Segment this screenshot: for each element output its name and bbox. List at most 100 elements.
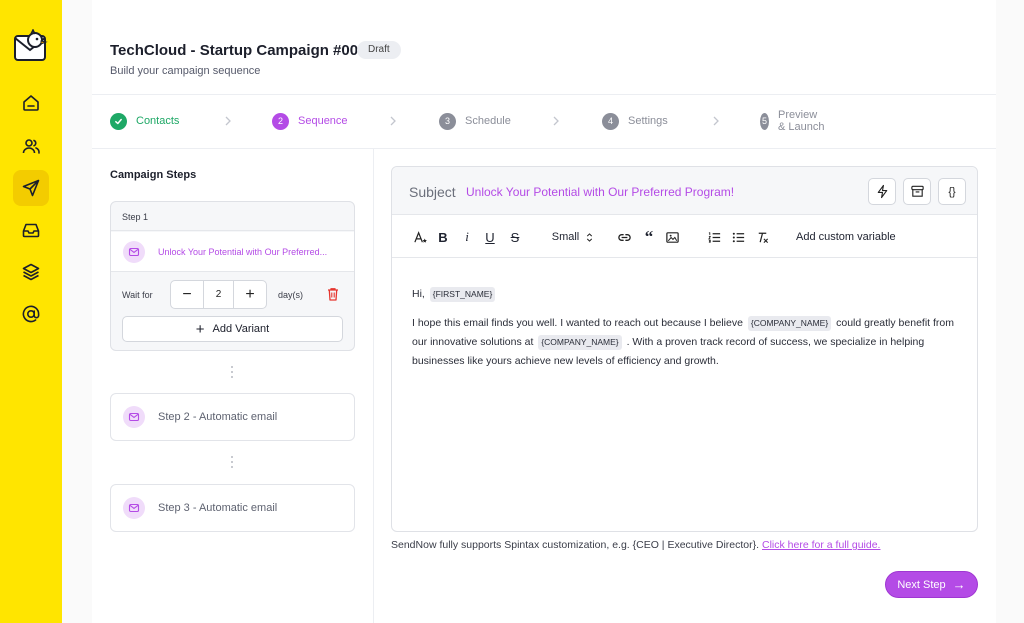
sidebar [0, 0, 62, 623]
wizard-step-settings[interactable]: 4 Settings [602, 111, 668, 131]
arrow-right-icon: → [952, 577, 966, 592]
chevron-updown-icon [587, 232, 593, 242]
campaign-step-3[interactable]: Step 3 - Automatic email [110, 484, 355, 532]
link-icon[interactable] [616, 228, 632, 246]
nav-email-accounts[interactable] [13, 296, 49, 332]
archive-button[interactable] [903, 178, 931, 205]
wizard-step-label: Settings [628, 115, 668, 127]
wait-days-stepper: − 2 + [170, 280, 267, 309]
mail-icon [123, 497, 145, 519]
page-title: TechCloud - Startup Campaign #001 [110, 42, 367, 59]
campaign-builder: TechCloud - Startup Campaign #001 Draft … [92, 0, 996, 623]
mail-icon [123, 406, 145, 428]
variable-tag[interactable]: {FIRST_NAME} [429, 287, 496, 302]
bold-icon[interactable]: B [437, 228, 449, 246]
wait-days-value[interactable]: 2 [203, 281, 234, 308]
italic-icon[interactable]: i [462, 228, 472, 246]
inbox-icon [22, 223, 40, 238]
wizard-step-sequence[interactable]: 2 Sequence [272, 111, 348, 131]
font-size-value: Small [551, 231, 580, 243]
wait-unit: day(s) [278, 290, 304, 300]
connector-dots [230, 456, 234, 470]
image-icon[interactable] [664, 228, 680, 246]
subject-bar: Subject Unlock Your Potential with Our P… [392, 167, 977, 215]
variable-tag[interactable]: {COMPANY_NAME} [538, 335, 622, 350]
status-badge: Draft [357, 41, 401, 59]
send-icon [22, 179, 40, 197]
email-body[interactable]: Hi, {FIRST_NAME} I hope this email finds… [412, 285, 962, 381]
spintax-hint: SendNow fully supports Spintax customiza… [391, 539, 880, 551]
wizard-step-label: Schedule [465, 115, 511, 127]
page-subtitle: Build your campaign sequence [110, 65, 261, 77]
increment-button[interactable]: + [234, 281, 266, 308]
full-guide-link[interactable]: Click here for a full guide. [762, 539, 880, 551]
wizard-step-contacts[interactable]: Contacts [110, 111, 179, 131]
next-step-button[interactable]: Next Step → [885, 571, 978, 598]
campaign-steps-title: Campaign Steps [110, 169, 197, 181]
subject-label: Subject [409, 184, 456, 200]
text-style-icon[interactable] [412, 228, 428, 246]
divider [92, 148, 996, 149]
quote-icon[interactable]: “ [641, 227, 657, 246]
wizard-step-preview-launch[interactable]: 5 Preview & Launch [760, 109, 825, 133]
campaign-step-2[interactable]: Step 2 - Automatic email [110, 393, 355, 441]
body-text: I hope this email finds you well. I want… [412, 317, 743, 329]
wizard-step-number: 5 [760, 112, 770, 130]
step-header: Step 1 [111, 202, 354, 231]
greeting-line: Hi, {FIRST_NAME} [412, 285, 962, 304]
at-sign-icon [22, 305, 40, 323]
format-toolbar: B i U S Small “ Add custom variable [392, 216, 977, 258]
layers-icon [22, 263, 40, 281]
variable-tag[interactable]: {COMPANY_NAME} [747, 316, 832, 331]
panel-divider [373, 149, 374, 623]
greeting-text: Hi, [412, 288, 425, 300]
bullet-list-icon[interactable] [730, 228, 746, 246]
subject-input[interactable]: Unlock Your Potential with Our Preferred… [466, 185, 734, 199]
code-braces-button[interactable]: {} [938, 178, 966, 205]
nav-templates[interactable] [13, 254, 49, 290]
wizard-step-schedule[interactable]: 3 Schedule [439, 111, 511, 131]
wait-label: Wait for [122, 290, 153, 300]
add-variant-button[interactable]: + Add Variant [122, 316, 343, 342]
chevron-right-icon [713, 116, 719, 126]
variant-subject: Unlock Your Potential with Our Preferred… [158, 246, 328, 257]
check-icon [110, 112, 127, 130]
ordered-list-icon[interactable] [706, 228, 722, 246]
chevron-right-icon [225, 116, 231, 126]
font-size-select[interactable]: Small [548, 228, 598, 246]
underline-icon[interactable]: U [484, 228, 496, 246]
nav-inbox[interactable] [13, 212, 49, 248]
add-custom-variable-button[interactable]: Add custom variable [796, 228, 896, 246]
wizard-step-number: 2 [272, 112, 289, 130]
wizard-step-number: 3 [439, 112, 456, 130]
trash-icon[interactable] [325, 286, 341, 302]
divider [92, 94, 996, 95]
step-label: Step 2 - Automatic email [158, 411, 278, 423]
users-icon [22, 139, 40, 154]
next-step-label: Next Step [897, 578, 946, 591]
nav-campaigns[interactable] [13, 170, 49, 206]
wizard-step-label: Preview & Launch [778, 109, 825, 133]
wizard-step-label: Contacts [136, 115, 180, 127]
step-1-email-variant[interactable]: Unlock Your Potential with Our Preferred… [111, 232, 354, 272]
nav-home[interactable] [13, 85, 49, 121]
clear-format-icon[interactable] [754, 228, 770, 246]
spintax-text: SendNow fully supports Spintax customiza… [391, 539, 760, 551]
plus-icon: + [195, 320, 205, 338]
connector-dots [230, 366, 234, 380]
decrement-button[interactable]: − [171, 281, 203, 308]
chevron-right-icon [390, 116, 396, 126]
step-label: Step 3 - Automatic email [158, 502, 278, 514]
archive-icon [910, 185, 924, 197]
strikethrough-icon[interactable]: S [508, 228, 522, 246]
nav-contacts[interactable] [13, 128, 49, 164]
email-editor: Subject Unlock Your Potential with Our P… [391, 166, 978, 532]
wizard-step-label: Sequence [298, 115, 348, 127]
ai-lightning-button[interactable] [868, 178, 896, 205]
campaign-step-1: Step 1 Unlock Your Potential with Our Pr… [110, 201, 355, 351]
wait-row: Wait for − 2 + day(s) [111, 280, 354, 310]
home-icon [23, 95, 39, 111]
logo-icon[interactable] [13, 28, 49, 65]
lightning-icon [877, 184, 887, 199]
chevron-right-icon [553, 116, 559, 126]
